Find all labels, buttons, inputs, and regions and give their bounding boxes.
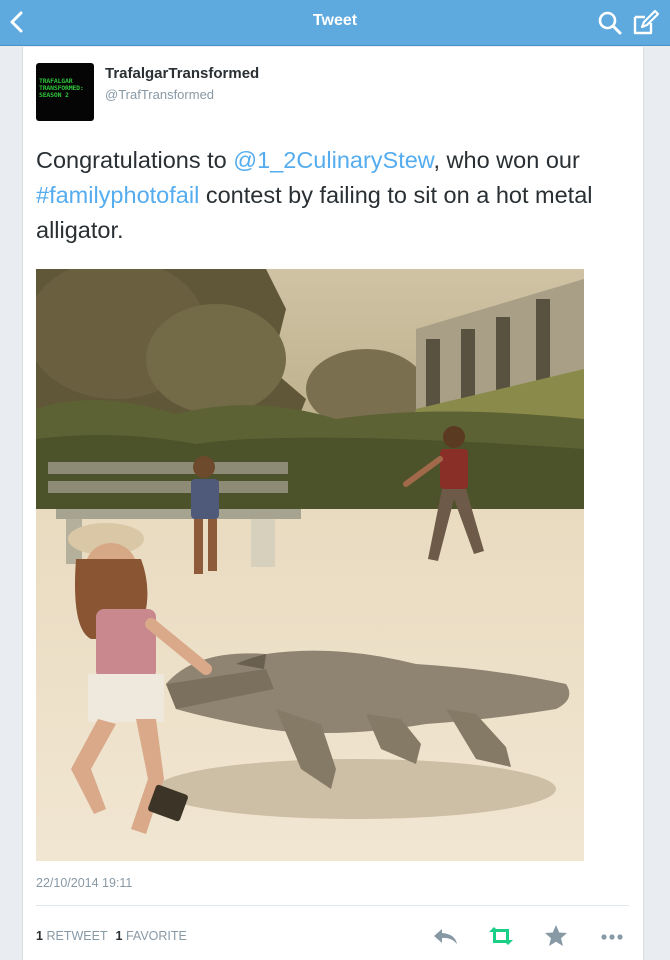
retweet-count: 1 (36, 929, 43, 943)
reply-icon[interactable] (431, 923, 461, 949)
divider (36, 905, 629, 906)
mention-link[interactable]: @1_2CulinaryStew (233, 147, 433, 173)
navigation-bar: Tweet (0, 0, 670, 46)
display-name[interactable]: TrafalgarTransformed (105, 65, 259, 82)
tweet-text: Congratulations to @1_2CulinaryStew, who… (36, 143, 631, 248)
tweet-photo[interactable] (36, 269, 584, 861)
tweet-timestamp: 22/10/2014 19:11 (36, 876, 133, 890)
favorite-count: 1 (115, 929, 123, 943)
favorite-star-icon[interactable] (541, 923, 571, 949)
tweet-text-part: Congratulations to (36, 147, 234, 173)
retweet-icon[interactable] (486, 923, 516, 949)
avatar-line: SEASON 2 (39, 91, 69, 99)
more-dots-icon[interactable] (597, 923, 627, 949)
hashtag-link[interactable]: #familyphotofail (36, 182, 199, 208)
screen-name[interactable]: @TrafTransformed (105, 87, 214, 102)
favorite-label: FAVORITE (125, 929, 187, 943)
page-title: Tweet (312, 12, 358, 29)
tweet-card: TRAFALGAR TRANSFORMED: SEASON 2 Trafalga… (22, 47, 644, 960)
photo-illustration (36, 269, 584, 861)
tweet-stats: 1 RETWEET 1 FAVORITE (36, 929, 195, 943)
search-icon[interactable] (596, 9, 624, 37)
retweet-label: RETWEET (46, 929, 108, 943)
avatar-logo-text: TRAFALGAR TRANSFORMED: SEASON 2 (39, 78, 93, 99)
avatar[interactable]: TRAFALGAR TRANSFORMED: SEASON 2 (36, 63, 94, 121)
tweet-text-part: , who won our (433, 147, 580, 173)
retweet-count-link[interactable]: 1 RETWEET (36, 929, 108, 943)
favorite-count-link[interactable]: 1 FAVORITE (116, 929, 187, 943)
compose-icon[interactable] (630, 8, 660, 38)
